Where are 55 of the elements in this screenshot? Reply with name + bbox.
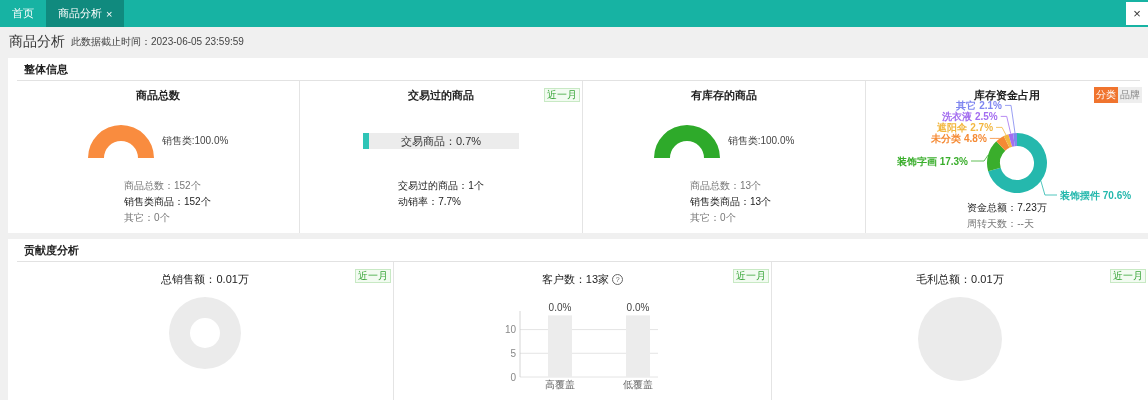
data-label: 70.6%: [1102, 189, 1132, 201]
slice-label: 装饰摆件 70.6%: [1040, 180, 1132, 201]
stat-text: 其它：0个: [124, 211, 171, 225]
slice-label: 装饰摆件: [1060, 189, 1100, 201]
bar-value-label: 0.0%: [549, 302, 572, 314]
category-label: 高覆盖: [545, 379, 576, 390]
page-title: 商品分析: [9, 32, 65, 51]
stat-text: 其它：0个: [690, 211, 737, 225]
slice-label: 洗衣液: [942, 110, 973, 122]
data-cutoff-time: 此数据截止时间：2023-06-05 23:59:59: [71, 34, 244, 49]
data-label: 4.8%: [964, 132, 987, 144]
stat-text: 销售类商品：13个: [690, 195, 772, 209]
panel-title: 毛利总额：0.01万: [916, 272, 1004, 287]
legend-label: 销售类:100.0%: [161, 134, 229, 148]
panel-title: 交易过的商品: [408, 88, 474, 103]
period-badge[interactable]: 近一月: [355, 269, 392, 283]
section-title: 整体信息: [24, 61, 68, 77]
progress-label: 交易商品：0.7%: [400, 133, 482, 149]
data-label: 2.7%: [970, 121, 994, 133]
data-label: 17.3%: [939, 155, 968, 167]
panel-title: 库存资金占用: [974, 88, 1040, 101]
stat-text: 周转天数：--天: [967, 217, 1034, 231]
close-icon[interactable]: ×: [106, 7, 113, 20]
close-button[interactable]: ×: [1126, 2, 1148, 25]
legend-label: 销售类:100.0%: [727, 134, 795, 148]
bar-value-label: 0.0%: [627, 302, 650, 314]
period-badge[interactable]: 近一月: [1110, 269, 1146, 283]
axis-tick: 5: [510, 347, 517, 359]
slice-label: 未分类 4.8%: [931, 132, 1001, 144]
panel-title: 客户数：13家: [541, 272, 610, 287]
category-label: 低覆盖: [623, 379, 654, 390]
slice-label: 其它: [956, 99, 977, 111]
slice-label: 未分类: [931, 132, 962, 144]
axis-tick: 10: [505, 324, 517, 336]
toggle-button[interactable]: 分类: [1094, 87, 1118, 103]
period-badge[interactable]: 近一月: [544, 88, 580, 102]
stat-text: 交易过的商品：1个: [398, 179, 484, 193]
section-title: 贡献度分析: [24, 242, 79, 258]
panel-title: 有库存的商品: [691, 88, 757, 103]
stat-text: 商品总数：152个: [124, 179, 202, 193]
tab[interactable]: 商品分析 ×: [46, 0, 125, 27]
axis-tick: 0: [510, 371, 517, 383]
toggle-button[interactable]: 品牌: [1118, 87, 1142, 103]
stat-text: 销售类商品：152个: [124, 195, 211, 209]
stat-text: 商品总数：13个: [690, 179, 763, 193]
tab[interactable]: 首页: [0, 0, 46, 27]
slice-label: 遮阳伞: [937, 121, 968, 133]
stat-text: 资金总额：7.23万: [967, 201, 1047, 215]
period-badge[interactable]: 近一月: [732, 269, 769, 283]
panel-title: 商品总数: [136, 88, 180, 103]
stat-text: 动销率：7.7%: [398, 195, 461, 209]
panel-title: 总销售额：0.01万: [161, 272, 249, 287]
data-label: 2.5%: [974, 110, 998, 122]
slice-label: 装饰字画: [896, 155, 937, 167]
slice-label: 装饰字画 17.3%: [896, 154, 989, 167]
